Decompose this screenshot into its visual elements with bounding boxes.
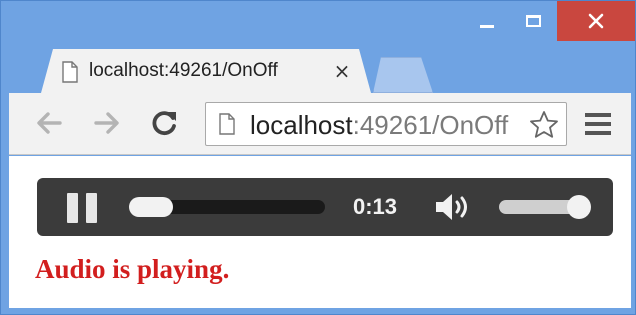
tab-title: localhost:49261/OnOff	[89, 60, 278, 81]
url-path: :49261/OnOff	[352, 110, 509, 140]
menu-button[interactable]	[585, 110, 611, 138]
audio-player: 0:13	[37, 178, 613, 236]
new-tab-button[interactable]	[373, 57, 433, 93]
page-content: 0:13 Audio is playing.	[9, 156, 631, 308]
minimize-icon	[480, 24, 494, 28]
volume-thumb[interactable]	[567, 195, 591, 219]
page-icon	[62, 61, 78, 83]
forward-button[interactable]	[89, 105, 125, 141]
url-host: localhost	[250, 110, 353, 140]
back-button[interactable]	[31, 105, 67, 141]
close-icon	[588, 13, 604, 29]
maximize-icon	[525, 15, 541, 27]
star-icon[interactable]	[528, 109, 560, 141]
minimize-button[interactable]	[465, 1, 509, 41]
url-text[interactable]: localhost:49261/OnOff	[250, 110, 528, 140]
seek-thumb[interactable]	[129, 197, 173, 217]
maximize-button[interactable]	[511, 1, 555, 41]
volume-icon[interactable]	[433, 191, 473, 223]
pause-icon-bar	[86, 193, 97, 223]
hamburger-line	[585, 122, 611, 126]
reload-icon	[152, 111, 176, 136]
forward-arrow-icon	[94, 112, 119, 134]
address-bar[interactable]: localhost:49261/OnOff	[205, 102, 567, 146]
browser-toolbar: localhost:49261/OnOff	[9, 93, 631, 155]
tab-active[interactable]: localhost:49261/OnOff ×	[41, 49, 371, 93]
back-arrow-icon	[37, 112, 62, 134]
browser-window: localhost:49261/OnOff × localhost:49261/…	[0, 0, 636, 315]
current-time: 0:13	[353, 194, 398, 219]
pause-button[interactable]	[67, 193, 97, 223]
pause-icon	[67, 193, 78, 223]
reload-button[interactable]	[147, 105, 183, 141]
hamburger-line	[585, 131, 611, 135]
hamburger-menu-icon	[585, 113, 611, 117]
close-window-button[interactable]	[557, 1, 635, 41]
status-message: Audio is playing.	[35, 254, 230, 284]
tab-close-button[interactable]: ×	[331, 59, 353, 83]
page-icon	[219, 113, 235, 135]
